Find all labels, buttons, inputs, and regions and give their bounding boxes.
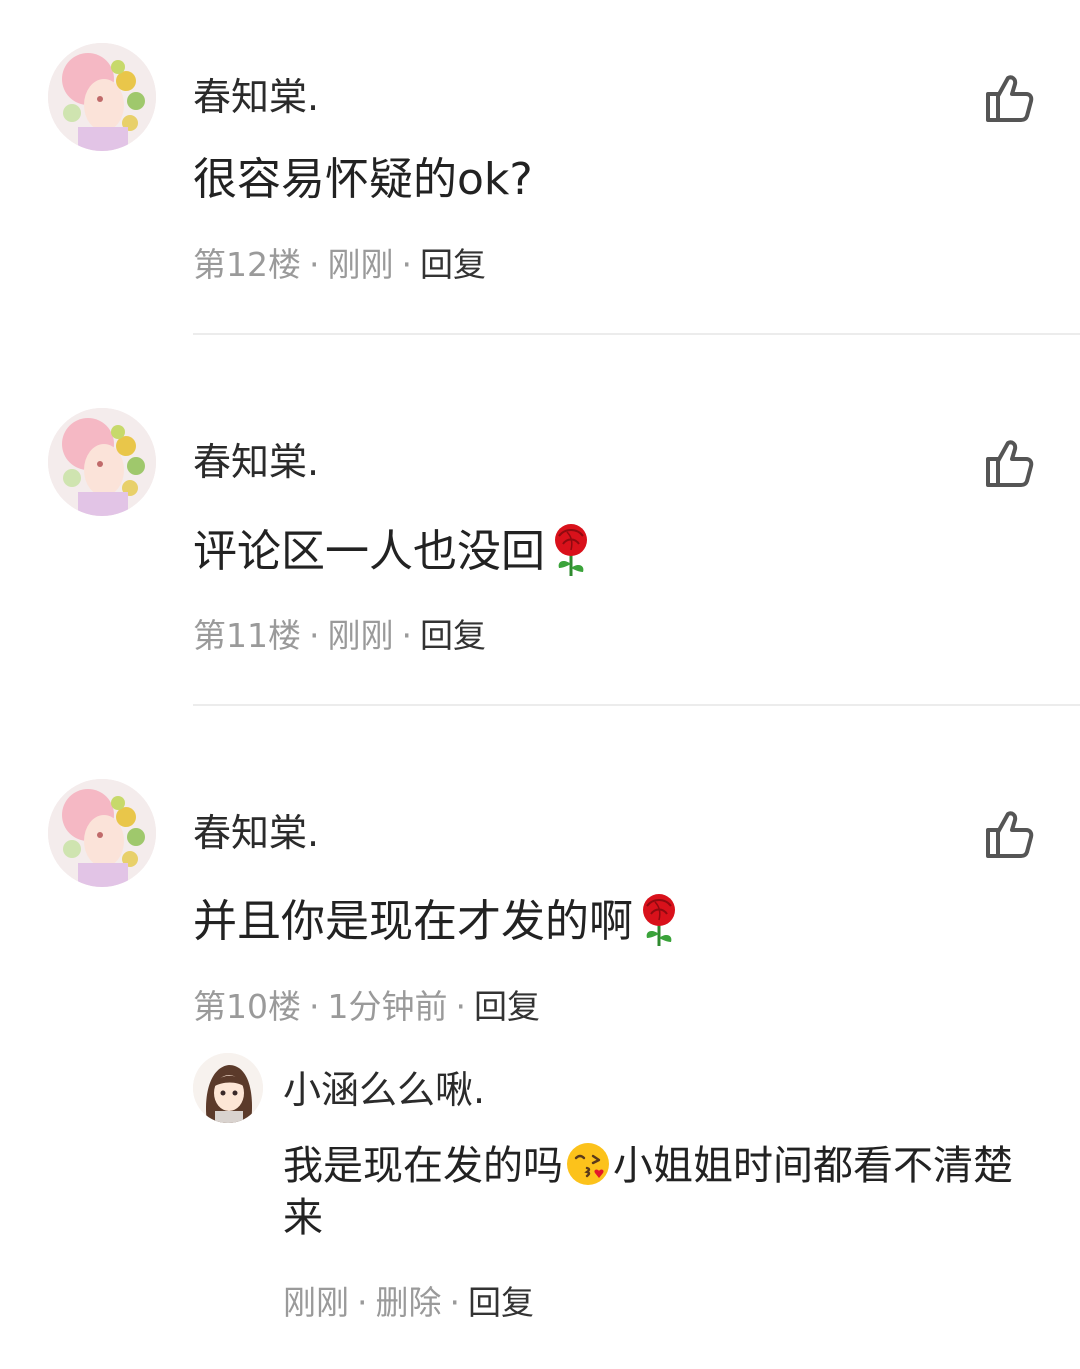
comment-time: 刚刚 [327,245,394,284]
comment-time: 1分钟前 [327,987,448,1026]
reply-text-part: 我是现在发的吗 [283,1143,563,1189]
reply-username[interactable]: 小涵么么啾. [283,1066,485,1114]
reply-button[interactable]: 回复 [468,1283,534,1322]
thumbs-up-icon[interactable] [980,435,1036,491]
anime-girl-avatar-icon [193,1053,263,1123]
comment-meta: 第10楼 · 1分钟前 · 回复 [193,985,540,1029]
thumbs-up-icon[interactable] [980,70,1036,126]
reply-text: 我是现在发的吗 小姐姐时间都看不清楚来 [283,1140,1023,1244]
separator-dot: · [309,616,320,655]
floor-number: 第10楼 [193,987,301,1026]
reply-button[interactable]: 回复 [420,616,486,655]
reply-button[interactable]: 回复 [474,987,540,1026]
floor-number: 第11楼 [193,616,301,655]
reply-button[interactable]: 回复 [420,245,486,284]
user-avatar[interactable] [48,408,156,516]
rose-emoji-icon [637,892,681,948]
comment-time: 刚刚 [327,616,394,655]
comment-text: 评论区一人也没回 [193,522,593,580]
comment-username[interactable]: 春知棠. [193,809,319,857]
thumbs-up-icon[interactable] [980,806,1036,862]
reply-meta: 刚刚 · 删除 · 回复 [283,1281,534,1325]
comment-text: 并且你是现在才发的啊 [193,892,681,950]
comment-username[interactable]: 春知棠. [193,438,319,486]
comment-meta: 第11楼 · 刚刚 · 回复 [193,614,486,658]
comment-meta: 第12楼 · 刚刚 · 回复 [193,243,486,287]
illustrated-girl-avatar-icon [48,43,156,151]
separator-dot: · [357,1283,368,1322]
divider [193,704,1080,706]
delete-button[interactable]: 删除 [376,1283,442,1322]
comment-text-body: 很容易怀疑的ok? [193,154,533,205]
illustrated-girl-avatar-icon [48,408,156,516]
comment-text: 很容易怀疑的ok? [193,152,533,208]
comment-username[interactable]: 春知棠. [193,73,319,121]
illustrated-girl-avatar-icon [48,779,156,887]
separator-dot: · [309,245,320,284]
separator-dot: · [401,616,413,655]
user-avatar[interactable] [48,43,156,151]
user-avatar[interactable] [48,779,156,887]
separator-dot: · [401,245,413,284]
separator-dot: · [309,987,320,1026]
divider [193,333,1080,335]
rose-emoji-icon [549,522,593,578]
comment-text-body: 评论区一人也没回 [193,526,545,577]
separator-dot: · [455,987,467,1026]
separator-dot: · [449,1283,461,1322]
reply-time: 刚刚 [283,1283,349,1322]
reply-user-avatar[interactable] [193,1053,263,1123]
kissing-face-emoji-icon [565,1141,611,1187]
comment-text-body: 并且你是现在才发的啊 [193,896,633,947]
floor-number: 第12楼 [193,245,301,284]
